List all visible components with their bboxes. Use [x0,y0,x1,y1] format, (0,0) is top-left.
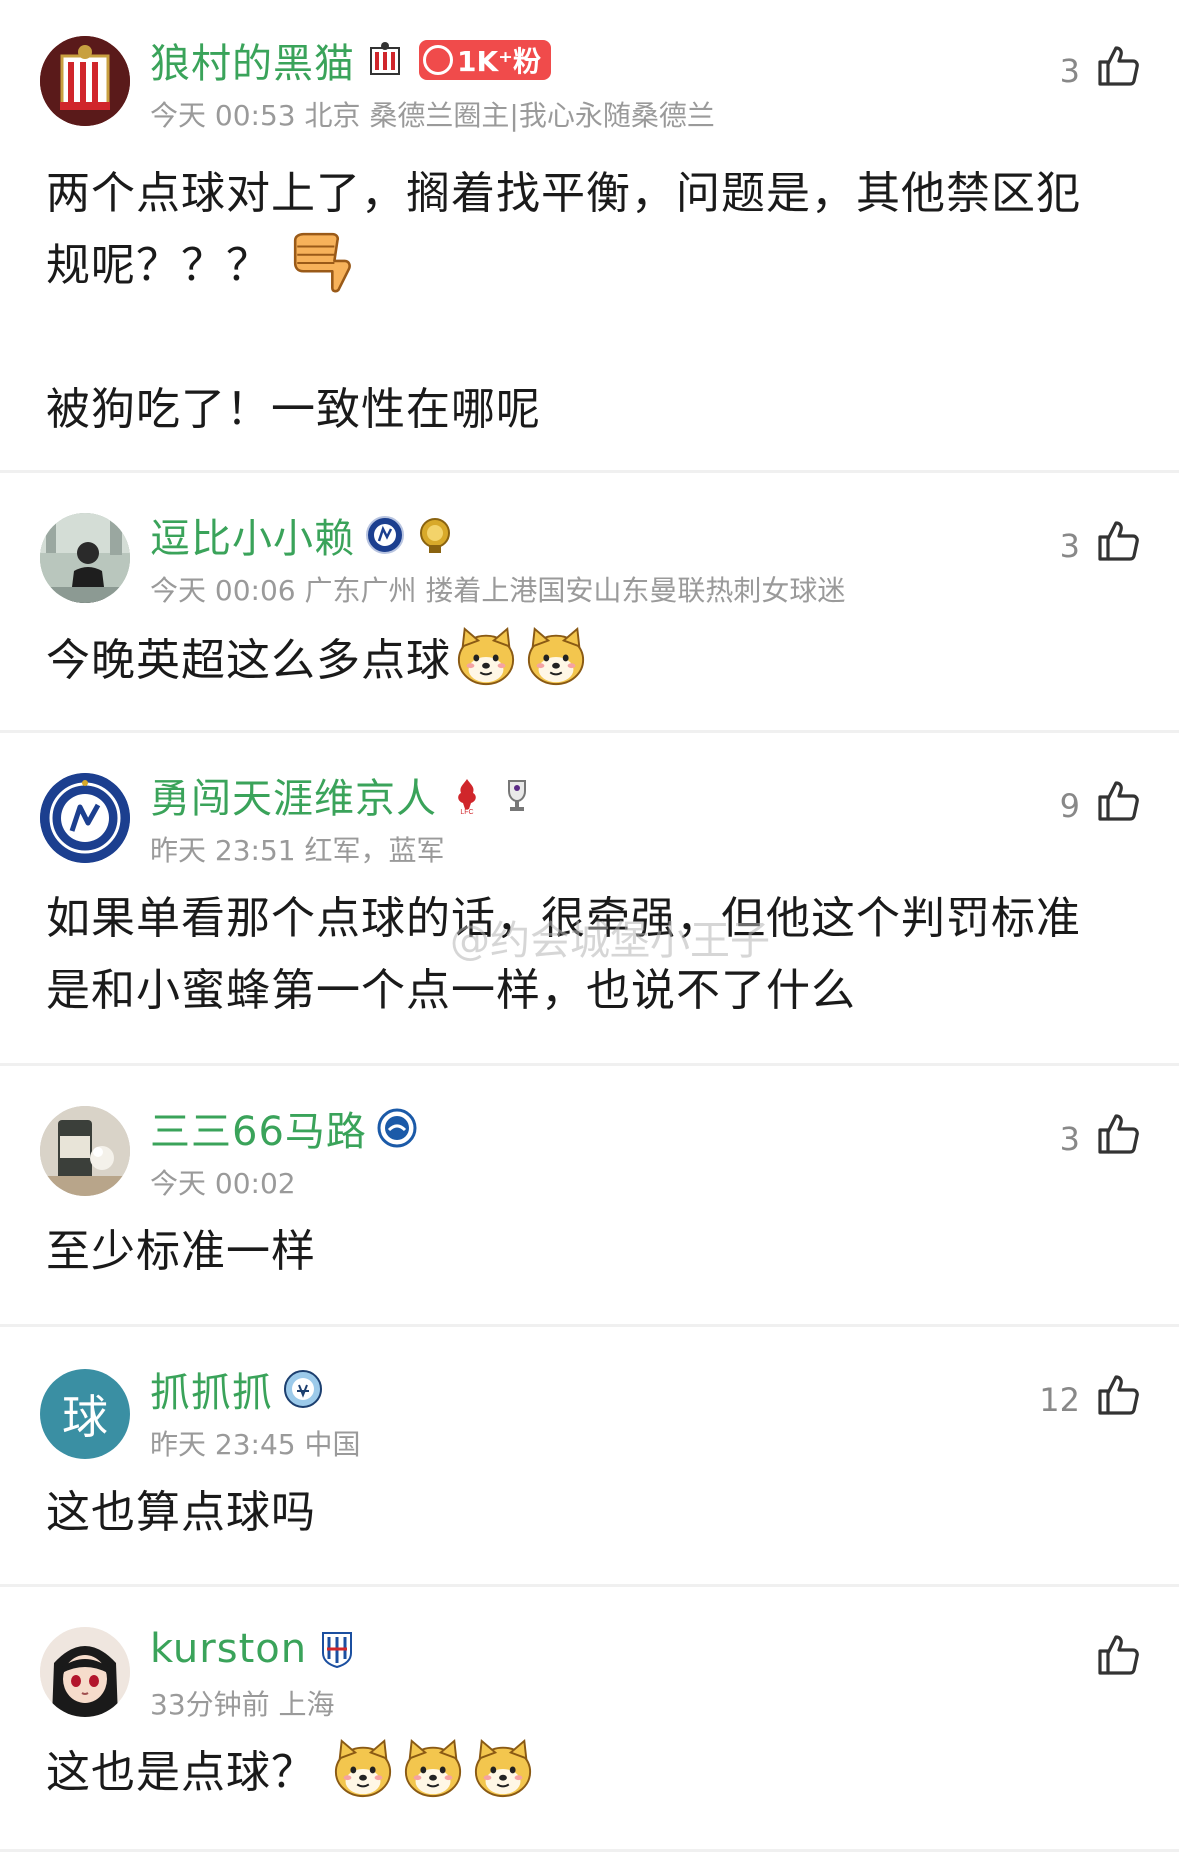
content-line: 被狗吃了！一致性在哪呢 [46,384,541,435]
fan-badge: 1K⁺粉 [419,40,551,80]
author-name[interactable]: 三三66马路 [150,1099,367,1157]
comment-meta: 今天 00:06 广东广州 搂着上港国安山东曼联热刺女球迷 [150,497,845,607]
brighton-badge-icon [377,1108,417,1148]
content-text: 规呢？？？ [46,240,271,291]
chelsea-crest-icon [40,773,130,863]
liverpool-badge-icon: LFC [458,779,476,815]
fan-user-icon [423,45,453,75]
man-city-badge-icon [284,1370,322,1408]
anime-girl-avatar-icon [40,1627,130,1717]
avatar[interactable] [40,513,130,603]
author-row: 勇闯天涯维京人 LFC [150,766,537,824]
author-name[interactable]: 抓抓抓 [150,1360,273,1418]
avatar[interactable] [40,1106,130,1196]
person-photo-icon [40,513,130,603]
like-count: 12 [1039,1381,1080,1419]
comment-5: 球 抓抓抓 昨天 23:45 中国 12 这也算点球吗 [0,1327,1179,1584]
thumbs-up-icon[interactable] [1094,1631,1142,1679]
comment-content: 这也算点球吗 [46,1487,316,1538]
content-line: 规呢？？？ [46,230,1156,302]
product-photo-icon [40,1106,130,1196]
comment-content: 今晚英超这么多点球 [46,625,1156,697]
comment-meta: 昨天 23:45 中国 [150,1428,361,1461]
doge-emoji [472,1737,534,1799]
like-count: 3 [1059,52,1080,90]
sunderland-badge-icon [370,42,400,75]
meta-text: 今天 00:06 广东广州 搂着上港国安山东曼联热刺女球迷 [150,574,846,607]
comment-meta: 今天 00:02 [150,1167,296,1200]
like-count: 3 [1059,527,1080,565]
thumbs-up-icon[interactable] [1094,777,1142,825]
author-name[interactable]: 狼村的黑猫 [150,31,355,89]
author-row: 狼村的黑猫 1K⁺粉 [150,31,551,89]
thumbs-up-icon[interactable] [1094,1371,1142,1419]
author-row: 抓抓抓 [150,1360,323,1418]
author-row: kurston [150,1623,357,1675]
comment-content: 两个点球对上了，搁着找平衡，问题是，其他禁区犯 规呢？？？ 被狗吃了！一致性在哪… [46,158,1156,446]
svg-text:LFC: LFC [460,809,473,815]
fan-badge-label: 1K⁺粉 [457,45,541,78]
comment-2: 逗比小小赖 今天 00:06 广东广州 搂着上港国安山东曼联热刺女球迷 3 今晚… [0,473,1179,730]
comment-3: 勇闯天涯维京人 LFC 昨天 23:51 红军，蓝军 9 如果单看那个点球的话，… [0,733,1179,1063]
avatar[interactable]: 球 [40,1369,130,1459]
doge-emoji [455,625,517,687]
avatar[interactable] [40,36,130,126]
avatar-initial: 球 [62,1390,108,1444]
comment-meta: 今天 00:53 北京 桑德兰圈主|我心永随桑德兰 [150,99,715,132]
comment-meta: 33分钟前 上海 [150,1688,335,1721]
watermark: @约会城堡小王子 [450,918,770,964]
comment-1: 狼村的黑猫 1K⁺粉 今天 00:53 北京 桑德兰圈主|我心永随桑德兰 3 两… [0,0,1179,470]
divider [0,1849,1179,1852]
shanghai-shenhua-badge-icon [322,1632,353,1669]
like-count: 9 [1059,787,1080,825]
avatar[interactable] [40,773,130,863]
doge-emoji [402,1737,464,1799]
thumbs-down-emoji [289,230,355,296]
comment-content: 这也是点球？ [46,1737,1156,1809]
author-name[interactable]: kurston [150,1626,307,1672]
doge-emoji [525,625,587,687]
comment-content: 至少标准一样 [46,1226,316,1277]
like-count: 3 [1059,1120,1080,1158]
comment-meta: 昨天 23:51 红军，蓝军 [150,834,445,867]
avatar[interactable] [40,1627,130,1717]
thumbs-up-icon[interactable] [1094,517,1142,565]
content-text: 今晚英超这么多点球 [46,635,451,686]
trophy-icon [508,780,526,811]
author-row: 三三66马路 [150,1099,417,1157]
author-name[interactable]: 勇闯天涯维京人 [150,766,437,824]
comment-4: 三三66马路 今天 00:02 3 至少标准一样 [0,1066,1179,1324]
sunderland-crest-icon [40,36,130,126]
comment-6: kurston 33分钟前 上海 这也是点球？ [0,1587,1179,1849]
thumbs-up-icon[interactable] [1094,42,1142,90]
content-text: 这也是点球？ [46,1747,316,1798]
doge-emoji [332,1737,394,1799]
thumbs-up-icon[interactable] [1094,1110,1142,1158]
content-line: 两个点球对上了，搁着找平衡，问题是，其他禁区犯 [46,168,1081,219]
